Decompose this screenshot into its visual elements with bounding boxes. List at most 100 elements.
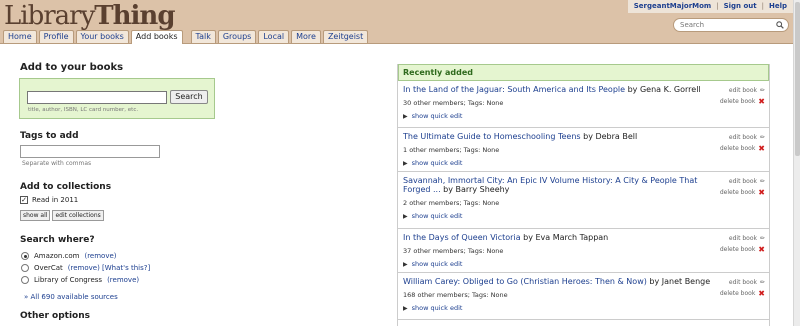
book-item: In the Land of the Jaguar: South America…: [398, 81, 769, 128]
tab-more[interactable]: More: [291, 30, 321, 43]
delete-x-icon[interactable]: ✖: [758, 288, 765, 299]
tab-add-books[interactable]: Add books: [130, 30, 183, 44]
pencil-icon[interactable]: ✏: [760, 176, 765, 187]
quick-edit-label: show quick edit: [411, 260, 463, 268]
page-scrollbar[interactable]: [793, 0, 800, 326]
source-remove-link[interactable]: (remove) [What's this?]: [68, 264, 150, 272]
quick-edit-label: show quick edit: [411, 159, 463, 167]
radio-selected[interactable]: [21, 252, 29, 260]
other-options-title: Other options: [20, 311, 90, 321]
edit-collections-button[interactable]: edit collections: [52, 210, 104, 221]
tab-groups[interactable]: Groups: [217, 30, 257, 43]
source-remove-link[interactable]: (remove): [84, 252, 116, 260]
pencil-icon[interactable]: ✏: [760, 233, 765, 244]
radio-unselected[interactable]: [21, 276, 29, 284]
book-title-link[interactable]: In the Days of Queen Victoria: [403, 233, 521, 242]
delete-book-control[interactable]: delete book ✖: [720, 187, 765, 198]
source-option-overcat[interactable]: OverCat (remove) [What's this?]: [21, 264, 150, 272]
triangle-right-icon: ▶: [403, 260, 408, 268]
tab-your-books[interactable]: Your books: [75, 30, 129, 43]
username-link[interactable]: SergeantMajorMom: [634, 2, 711, 11]
sign-out-link[interactable]: Sign out: [724, 2, 757, 11]
pencil-icon[interactable]: ✏: [760, 85, 765, 96]
book-search-input[interactable]: [27, 91, 167, 104]
book-author: by Janet Benge: [649, 277, 711, 286]
add-books-panel: Add to your books: [20, 62, 220, 73]
pencil-icon[interactable]: ✏: [760, 132, 765, 143]
recently-added-panel: Recently added In the Land of the Jaguar…: [397, 64, 770, 326]
search-icon[interactable]: [776, 21, 784, 29]
delete-book-label: delete book: [719, 246, 756, 253]
delete-book-control[interactable]: delete book ✖: [720, 288, 765, 299]
site-header: LibraryThing SergeantMajorMom | Sign out…: [0, 0, 793, 44]
source-name: Library of Congress: [34, 276, 103, 284]
collection-read-2011[interactable]: ✓ Read in 2011: [20, 196, 78, 204]
site-search-input[interactable]: [673, 18, 789, 32]
triangle-right-icon: ▶: [403, 112, 408, 120]
delete-x-icon[interactable]: ✖: [758, 96, 765, 107]
book-title-line: In the Days of Queen Victoria by Eva Mar…: [403, 233, 764, 242]
delete-book-label: delete book: [719, 290, 756, 297]
book-title-line: Savannah, Immortal City: An Epic IV Volu…: [403, 176, 764, 194]
pencil-icon[interactable]: ✏: [760, 277, 765, 288]
tab-zeitgeist[interactable]: Zeitgeist: [322, 30, 369, 43]
source-remove-link[interactable]: (remove): [107, 276, 139, 284]
add-book-search-box: Search title, author, ISBN, LC card numb…: [19, 78, 215, 119]
edit-book-control[interactable]: edit book ✏: [720, 277, 765, 288]
book-controls: edit book ✏ delete book ✖: [720, 132, 765, 154]
book-title-link[interactable]: William Carey: Obliged to Go (Christian …: [403, 277, 647, 286]
book-title-link[interactable]: The Ultimate Guide to Homeschooling Teen…: [403, 132, 581, 141]
book-title-link[interactable]: In the Land of the Jaguar: South America…: [403, 85, 625, 94]
delete-book-control[interactable]: delete book ✖: [720, 143, 765, 154]
delete-x-icon[interactable]: ✖: [758, 187, 765, 198]
edit-book-control[interactable]: edit book ✏: [720, 132, 765, 143]
quick-edit-link[interactable]: ▶ show quick edit: [403, 159, 764, 167]
edit-book-label: edit book: [728, 178, 757, 185]
delete-book-control[interactable]: delete book ✖: [720, 96, 765, 107]
delete-book-control[interactable]: delete book ✖: [720, 244, 765, 255]
librarything-logo[interactable]: LibraryThing: [4, 2, 176, 30]
source-option-loc[interactable]: Library of Congress (remove): [21, 276, 139, 284]
collections-title: Add to collections: [20, 182, 112, 192]
show-all-button[interactable]: show all: [20, 210, 51, 221]
recently-added-title: Recently added: [398, 64, 769, 81]
add-title: Add to your books: [20, 62, 124, 73]
separator: |: [761, 2, 764, 10]
book-meta: 1 other members; Tags: None: [403, 146, 500, 154]
quick-edit-link[interactable]: ▶ show quick edit: [403, 304, 764, 312]
tab-local[interactable]: Local: [258, 30, 290, 43]
scrollbar-thumb[interactable]: [795, 2, 800, 156]
triangle-right-icon: ▶: [403, 212, 408, 220]
edit-book-control[interactable]: edit book ✏: [720, 176, 765, 187]
tags-note: Separate with commas: [22, 160, 92, 167]
edit-book-control[interactable]: edit book ✏: [720, 233, 765, 244]
triangle-right-icon: ▶: [403, 159, 408, 167]
tab-profile[interactable]: Profile: [38, 30, 74, 43]
tab-talk[interactable]: Talk: [190, 30, 216, 43]
delete-x-icon[interactable]: ✖: [758, 244, 765, 255]
book-controls: edit book ✏ delete book ✖: [720, 233, 765, 255]
quick-edit-link[interactable]: ▶ show quick edit: [403, 112, 764, 120]
book-item: In the Days of Queen Victoria by Eva Mar…: [398, 229, 769, 273]
search-where-title: Search where?: [20, 235, 95, 245]
quick-edit-link[interactable]: ▶ show quick edit: [403, 260, 764, 268]
book-title-line: In the Land of the Jaguar: South America…: [403, 85, 764, 94]
book-title-line: The Ultimate Guide to Homeschooling Teen…: [403, 132, 764, 141]
tags-input[interactable]: [20, 145, 160, 158]
quick-edit-link[interactable]: ▶ show quick edit: [403, 212, 764, 220]
source-option-amazon[interactable]: Amazon.com (remove): [21, 252, 117, 260]
delete-book-label: delete book: [719, 145, 756, 152]
help-link[interactable]: Help: [769, 2, 787, 11]
all-sources-link[interactable]: » All 690 available sources: [24, 293, 118, 301]
quick-edit-label: show quick edit: [411, 212, 463, 220]
tab-home[interactable]: Home: [3, 30, 37, 43]
checkbox-checked[interactable]: ✓: [20, 196, 28, 204]
delete-x-icon[interactable]: ✖: [758, 143, 765, 154]
radio-unselected[interactable]: [21, 264, 29, 272]
book-author: by Eva March Tappan: [523, 233, 609, 242]
quick-edit-label: show quick edit: [411, 112, 463, 120]
edit-book-label: edit book: [728, 134, 757, 141]
book-author: by Gena K. Gorrell: [627, 85, 701, 94]
edit-book-control[interactable]: edit book ✏: [720, 85, 765, 96]
search-button[interactable]: Search: [170, 90, 208, 104]
